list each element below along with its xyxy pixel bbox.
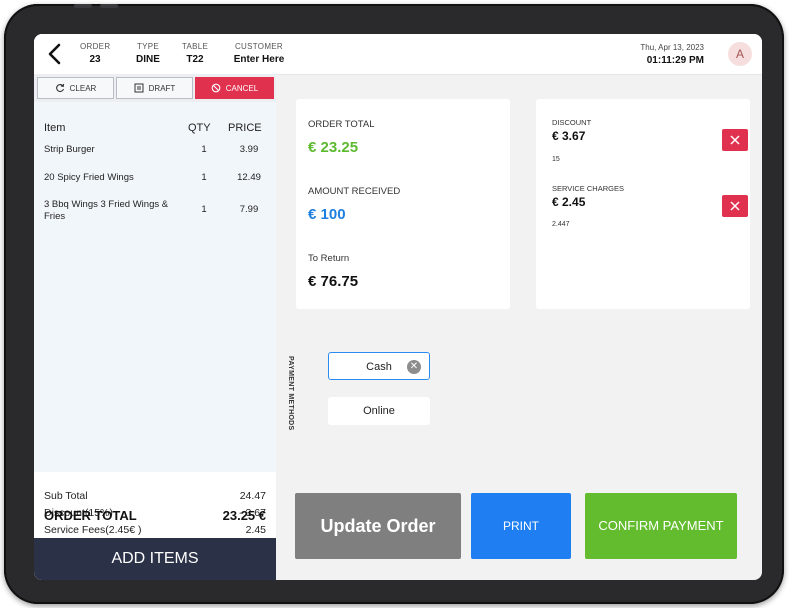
pos-screen: ORDER 23 TYPE DINE TABLE T22 CUSTOMER En… xyxy=(34,34,762,580)
type-label: TYPE xyxy=(136,42,160,51)
order-actions: CLEAR DRAFT CANCEL xyxy=(34,74,276,102)
service-charges-label: SERVICE CHARGES xyxy=(552,184,624,193)
cancel-button[interactable]: CANCEL xyxy=(195,77,274,99)
adjustments-card: DISCOUNT € 3.67 15 SERVICE CHARGES € 2.4… xyxy=(536,99,750,309)
refresh-icon xyxy=(55,83,64,93)
item-name: 20 Spicy Fried Wings xyxy=(44,172,134,183)
order-type[interactable]: TYPE DINE xyxy=(130,42,166,65)
order-total-row: ORDER TOTAL 23.25 € xyxy=(44,508,266,523)
draft-button[interactable]: DRAFT xyxy=(116,77,193,99)
remove-discount-button[interactable] xyxy=(722,129,748,151)
customer-label: CUSTOMER xyxy=(234,42,284,51)
amount-received-amount[interactable]: € 100 xyxy=(308,206,346,223)
order-total-value: 23.25 € xyxy=(222,508,266,523)
discount-label: DISCOUNT xyxy=(552,118,592,127)
payment-method-cash[interactable]: Cash ✕ xyxy=(328,352,430,380)
service-charges-sub: 2.447 xyxy=(552,221,570,228)
to-return-label: To Return xyxy=(308,253,350,264)
amount-received-label: AMOUNT RECEIVED xyxy=(308,186,401,197)
qty-column-header: QTY xyxy=(188,122,211,134)
subtotal-row: Sub Total 24.47 xyxy=(44,490,266,507)
payment-method-label: Online xyxy=(363,405,395,417)
order-total-label: ORDER TOTAL xyxy=(308,119,375,130)
discount-amount: € 3.67 xyxy=(552,129,586,143)
order-total-amount: € 23.25 xyxy=(308,139,359,156)
order-items-list: Item QTY PRICE Strip Burger 1 3.99 20 Sp… xyxy=(34,102,276,472)
hardware-button xyxy=(100,4,118,8)
item-price: 3.99 xyxy=(239,144,259,155)
type-value: DINE xyxy=(136,54,160,65)
date-text: Thu, Apr 13, 2023 xyxy=(640,43,704,52)
item-column-header: Item xyxy=(44,122,66,134)
subtotal-value: 24.47 xyxy=(239,490,266,502)
confirm-payment-button[interactable]: CONFIRM PAYMENT xyxy=(585,493,737,559)
table-value: T22 xyxy=(186,54,204,65)
cancel-label: CANCEL xyxy=(225,83,259,93)
item-qty: 1 xyxy=(201,172,207,183)
draft-label: DRAFT xyxy=(148,83,176,93)
document-icon xyxy=(134,83,144,93)
update-order-button[interactable]: Update Order xyxy=(295,493,461,559)
price-column-header: PRICE xyxy=(228,122,262,134)
datetime: Thu, Apr 13, 2023 01:11:29 PM xyxy=(640,43,704,66)
payment-method-label: Cash xyxy=(366,361,392,373)
close-icon xyxy=(730,135,740,145)
clear-button[interactable]: CLEAR xyxy=(37,77,114,99)
clear-icon[interactable]: ✕ xyxy=(407,360,421,374)
order-value: 23 xyxy=(89,54,101,65)
order-label: ORDER xyxy=(80,42,111,51)
remove-service-charge-button[interactable] xyxy=(722,195,748,217)
service-fee-value: 2.45 xyxy=(245,524,266,536)
item-name: 3 Bbq Wings 3 Fried Wings & Fries xyxy=(44,199,169,222)
hardware-button xyxy=(74,4,92,8)
item-qty: 1 xyxy=(201,204,207,215)
payment-summary-card: ORDER TOTAL € 23.25 AMOUNT RECEIVED € 10… xyxy=(296,99,510,309)
print-button[interactable]: PRINT xyxy=(471,493,571,559)
payment-methods-label: PAYMENT METHODS xyxy=(287,356,294,431)
discount-percent: 15 xyxy=(552,156,560,163)
customer-value: Enter Here xyxy=(233,54,285,65)
item-qty: 1 xyxy=(201,144,207,155)
table-label: TABLE xyxy=(181,42,209,51)
clear-label: CLEAR xyxy=(69,83,97,93)
tablet-frame: ORDER 23 TYPE DINE TABLE T22 CUSTOMER En… xyxy=(4,4,784,604)
customer-field[interactable]: CUSTOMER Enter Here xyxy=(228,42,290,65)
order-total-label: ORDER TOTAL xyxy=(44,508,137,523)
payment-method-online[interactable]: Online xyxy=(328,397,430,425)
to-return-amount: € 76.75 xyxy=(308,273,359,290)
order-panel: CLEAR DRAFT CANCEL Item QTY PRICE Strip … xyxy=(34,74,276,580)
order-number: ORDER 23 xyxy=(80,42,110,65)
back-arrow-icon[interactable] xyxy=(44,42,66,66)
table-selector[interactable]: TABLE T22 xyxy=(180,42,210,65)
header-bar: ORDER 23 TYPE DINE TABLE T22 CUSTOMER En… xyxy=(34,34,762,75)
add-items-button[interactable]: ADD ITEMS xyxy=(34,538,276,580)
time-text: 01:11:29 PM xyxy=(646,55,704,66)
item-price: 12.49 xyxy=(237,172,261,183)
close-icon xyxy=(730,201,740,211)
service-fee-label: Service Fees(2.45€ ) xyxy=(44,524,142,536)
service-charges-amount: € 2.45 xyxy=(552,195,586,209)
subtotal-label: Sub Total xyxy=(44,490,88,502)
item-price: 7.99 xyxy=(239,204,259,215)
avatar[interactable]: A xyxy=(728,42,752,66)
ban-icon xyxy=(211,83,221,93)
item-name: Strip Burger xyxy=(44,144,95,155)
